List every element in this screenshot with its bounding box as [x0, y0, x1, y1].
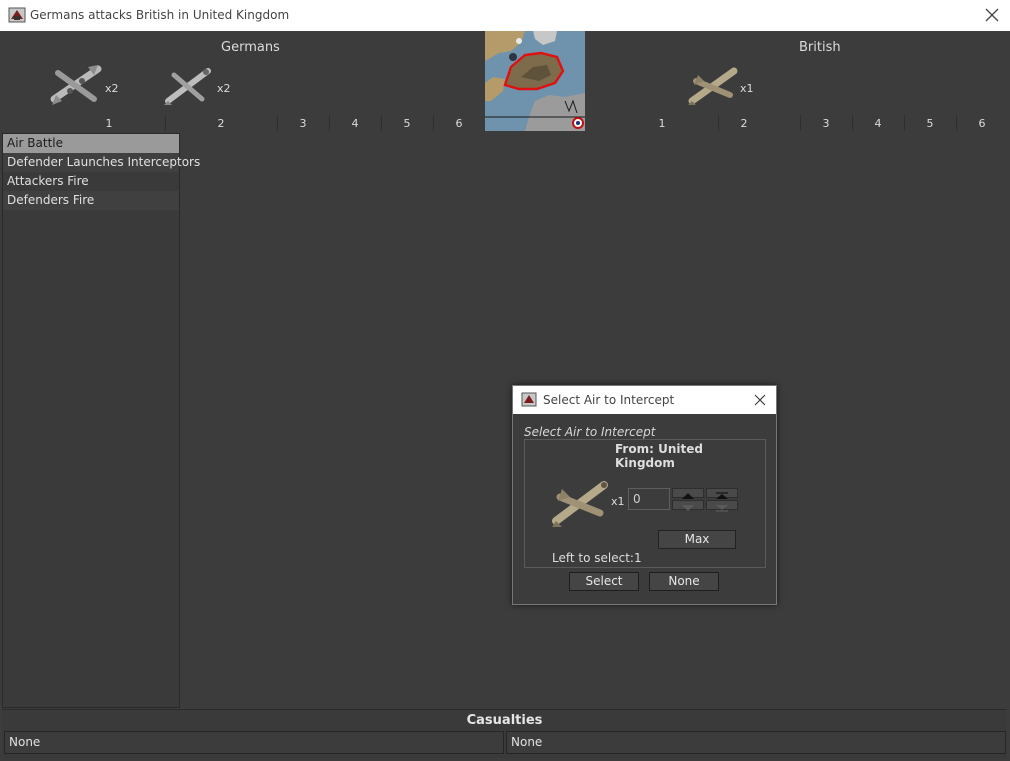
- defender-name: British: [799, 40, 841, 55]
- defender-die-label: 1: [658, 117, 666, 130]
- divider: [433, 115, 434, 131]
- attacker-die-label: 3: [299, 117, 307, 130]
- attacker-die-label: 1: [105, 117, 113, 130]
- attacker-casualties: None: [4, 731, 504, 754]
- divider: [329, 115, 330, 131]
- none-button[interactable]: None: [649, 572, 719, 591]
- defender-die-label: 4: [874, 117, 882, 130]
- attacker-die-label: 5: [403, 117, 411, 130]
- select-button[interactable]: Select: [569, 572, 639, 591]
- defender-die-label: 6: [978, 117, 986, 130]
- defender-die-label: 5: [926, 117, 934, 130]
- divider: [956, 115, 957, 131]
- divider: [852, 115, 853, 131]
- app-icon: [521, 392, 537, 407]
- divider: [904, 115, 905, 131]
- close-icon[interactable]: [752, 392, 768, 408]
- unit-count: x1: [740, 82, 754, 95]
- set-max-button[interactable]: [706, 488, 738, 499]
- fighter-plane-icon: [164, 68, 211, 105]
- dialog-titlebar: Select Air to Intercept: [513, 386, 776, 414]
- window-titlebar: Germans attacks British in United Kingdo…: [0, 0, 1010, 32]
- unit-count: x1: [611, 495, 625, 508]
- arrow-down-icon: [682, 505, 694, 511]
- arrow-top-icon: [716, 492, 728, 499]
- unit-count: x2: [105, 82, 119, 95]
- dialog-title: Select Air to Intercept: [543, 393, 675, 407]
- divider: [800, 115, 801, 131]
- max-button[interactable]: Max: [658, 530, 736, 549]
- step-item[interactable]: Defenders Fire: [3, 191, 179, 210]
- increment-button[interactable]: [672, 488, 704, 499]
- defender-die-label: 2: [740, 117, 748, 130]
- divider: [165, 115, 166, 131]
- divider: [381, 115, 382, 131]
- step-item[interactable]: Attackers Fire: [3, 172, 179, 191]
- step-item[interactable]: Air Battle: [3, 134, 179, 153]
- attacker-die-label: 6: [455, 117, 463, 130]
- decrement-button[interactable]: [672, 500, 704, 511]
- defender-die-label: 3: [822, 117, 830, 130]
- arrow-up-icon: [682, 493, 694, 499]
- window-title: Germans attacks British in United Kingdo…: [30, 8, 290, 22]
- divider: [718, 115, 719, 131]
- left-to-select-label: Left to select:1: [552, 551, 642, 565]
- defender-casualties: None: [506, 731, 1006, 754]
- close-icon[interactable]: [982, 5, 1002, 25]
- attacker-die-label: 4: [351, 117, 359, 130]
- attacker-die-label: 2: [217, 117, 225, 130]
- dialog-heading: Select Air to Intercept: [524, 425, 656, 439]
- unit-count: x2: [217, 82, 231, 95]
- set-min-button[interactable]: [706, 500, 738, 512]
- battle-header: Germans British x2 x2 x1 1 2 3 4 5 6 1 2…: [0, 31, 1010, 131]
- attacker-name: Germans: [221, 40, 280, 55]
- casualties-title: Casualties: [466, 713, 543, 728]
- territory-map: [485, 31, 585, 131]
- arrow-bottom-icon: [716, 505, 728, 512]
- from-territory-label: From: United Kingdom: [615, 442, 703, 470]
- fighter-plane-icon: [688, 67, 738, 105]
- divider: [277, 115, 278, 131]
- step-item[interactable]: Defender Launches Interceptors: [3, 153, 200, 172]
- intercept-quantity-input[interactable]: [628, 488, 670, 510]
- fighter-plane-icon: [552, 481, 608, 527]
- battle-steps-list: Air Battle Defender Launches Interceptor…: [2, 133, 200, 708]
- bomber-plane-icon: [50, 65, 102, 105]
- casualties-panel: Casualties None None: [2, 709, 1007, 758]
- app-icon: [8, 7, 26, 23]
- intercept-panel: From: United Kingdom x1 Max Left to sele…: [524, 439, 766, 568]
- select-air-dialog: Select Air to Intercept Select Air to In…: [512, 385, 777, 605]
